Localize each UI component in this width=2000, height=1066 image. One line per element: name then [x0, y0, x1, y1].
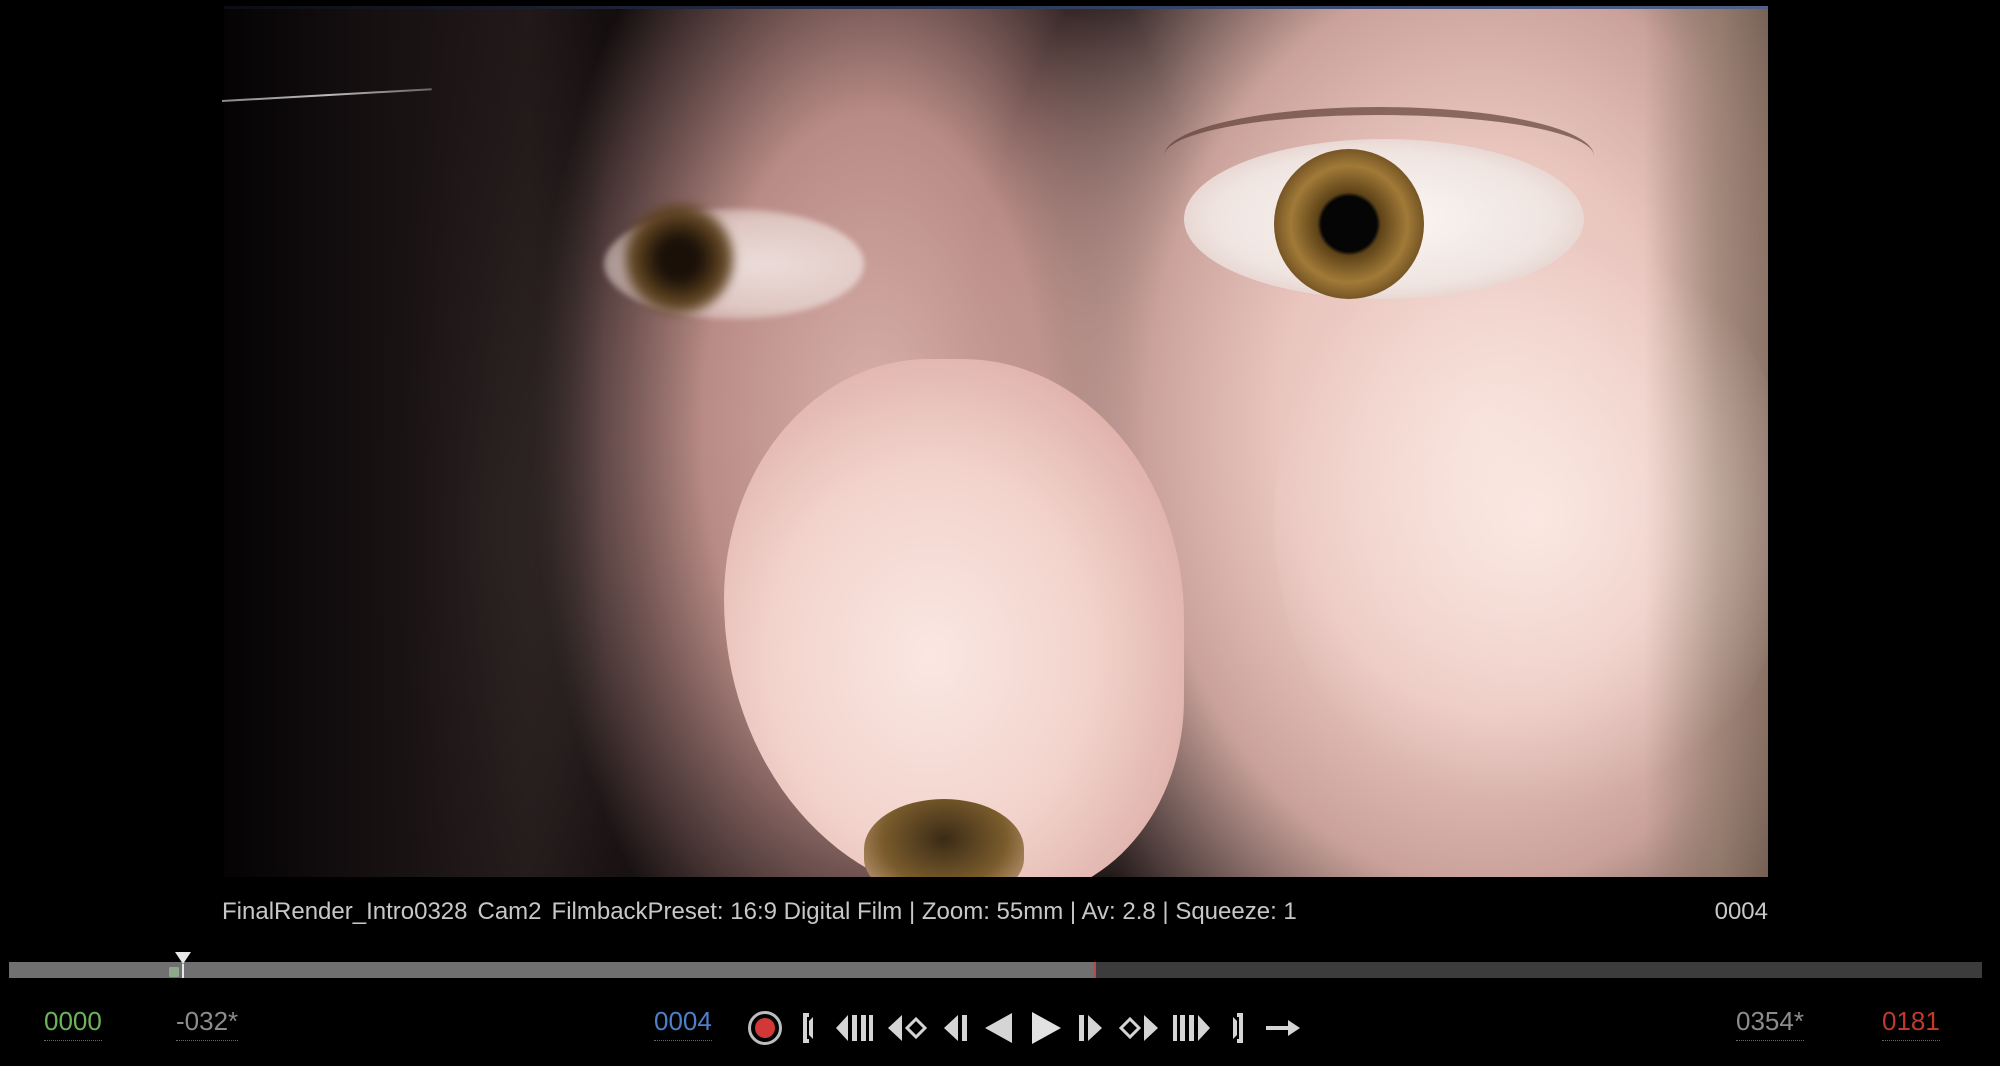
- previous-keyframe-button[interactable]: [834, 1006, 874, 1050]
- timeline-bar[interactable]: [9, 962, 1982, 978]
- current-frame-field[interactable]: 0004: [654, 1006, 712, 1041]
- camera-name: Cam2: [477, 898, 542, 925]
- playhead-stem: [181, 964, 184, 978]
- shot-info: FinalRender_Intro0328 Cam2 FilmbackPreset:…: [222, 898, 1307, 926]
- record-icon: [748, 1011, 782, 1045]
- duration-frame-field[interactable]: 0354*: [1736, 1006, 1804, 1041]
- playback-controls: 0000 -032* 0004 0354* 0181: [0, 1000, 2000, 1056]
- hair-left: [224, 9, 604, 877]
- rendered-frame: [224, 9, 1768, 877]
- record-dot: [755, 1018, 775, 1038]
- step-back-icon: [944, 1015, 967, 1041]
- play-button[interactable]: [1028, 1006, 1064, 1050]
- cheek: [1274, 209, 1768, 829]
- right-eyelid: [1164, 107, 1594, 205]
- step-forward-button[interactable]: [1076, 1006, 1106, 1050]
- previous-keyframe-icon: [836, 1015, 873, 1041]
- step-back-button[interactable]: [940, 1006, 970, 1050]
- start-frame-field[interactable]: 0000: [44, 1006, 102, 1041]
- next-keyframe-icon: [1173, 1015, 1210, 1041]
- previous-key-button[interactable]: [886, 1006, 928, 1050]
- loop-button[interactable]: [1264, 1006, 1302, 1050]
- next-key-diamond-icon: [1118, 1015, 1158, 1041]
- play-reverse-icon: [985, 1013, 1012, 1043]
- playhead-triangle-icon: [174, 952, 191, 964]
- previous-key-diamond-icon: [888, 1015, 928, 1041]
- go-to-end-icon: [1233, 1013, 1243, 1043]
- frame-number: 0004: [1714, 898, 1768, 925]
- camera-details: FilmbackPreset: 16:9 Digital Film | Zoom…: [551, 898, 1297, 925]
- step-forward-icon: [1079, 1015, 1102, 1041]
- play-icon: [1032, 1012, 1061, 1044]
- go-to-end-button[interactable]: [1224, 1006, 1252, 1050]
- next-keyframe-button[interactable]: [1172, 1006, 1212, 1050]
- transport-buttons: [748, 1000, 1302, 1056]
- record-button[interactable]: [748, 1006, 782, 1050]
- end-frame-field[interactable]: 0181: [1882, 1006, 1940, 1041]
- go-to-start-button[interactable]: [794, 1006, 822, 1050]
- go-to-start-icon: [803, 1013, 813, 1043]
- shot-name: FinalRender_Intro0328: [222, 898, 468, 925]
- viewport[interactable]: [0, 0, 2000, 880]
- playhead[interactable]: [174, 952, 191, 978]
- left-iris: [624, 204, 734, 314]
- play-reverse-button[interactable]: [982, 1006, 1016, 1050]
- offset-frame-field[interactable]: -032*: [176, 1006, 239, 1041]
- next-key-button[interactable]: [1118, 1006, 1160, 1050]
- timeline-out-marker: [1094, 962, 1097, 978]
- camera-info-bar: FinalRender_Intro0328 Cam2 FilmbackPreset:…: [222, 898, 1768, 928]
- loop-arrow-icon: [1266, 1020, 1300, 1036]
